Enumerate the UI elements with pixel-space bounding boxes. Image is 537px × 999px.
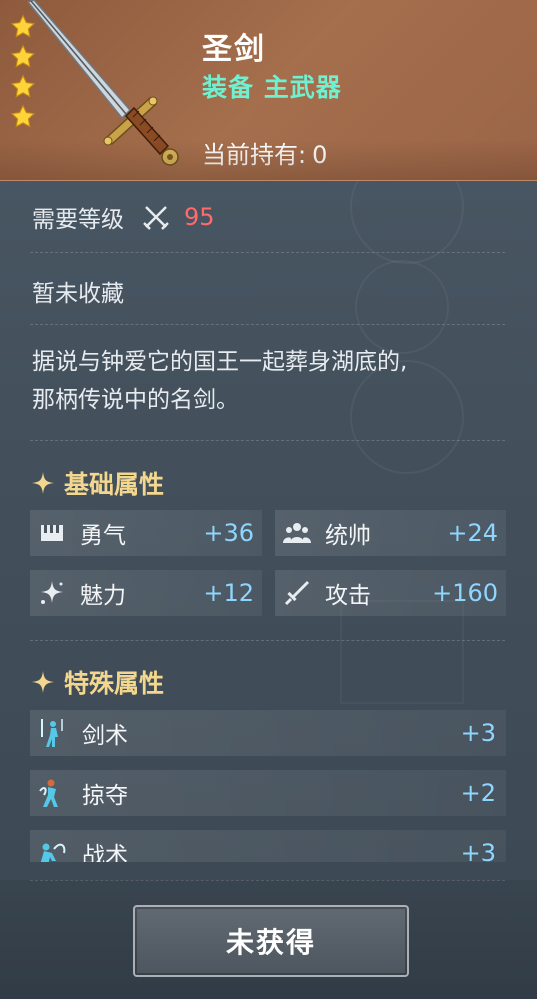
attack-sword-icon	[284, 581, 309, 606]
item-type: 装备 主武器	[202, 73, 342, 102]
section-title-text: 基础属性	[64, 470, 165, 499]
stat-value: +160	[432, 579, 498, 607]
basic-attributes-title: 基础属性	[32, 465, 164, 501]
sparkle-icon	[32, 671, 54, 693]
stat-charm: 魅力 +12	[30, 570, 262, 616]
collection-status: 暂未收藏	[32, 281, 124, 307]
courage-icon	[41, 525, 63, 541]
stat-label: 勇气	[80, 523, 126, 549]
divider	[30, 440, 505, 441]
special-plunder: 掠夺 +2	[30, 770, 506, 816]
stat-attack: 攻击 +160	[275, 570, 506, 616]
owned-count: 当前持有: 0	[202, 135, 327, 170]
tactics-icon	[40, 843, 66, 862]
stat-value: +24	[447, 519, 498, 547]
sparkle-icon	[32, 472, 54, 494]
stat-command: 统帅 +24	[275, 510, 506, 556]
description-line: 据说与钟爱它的国王一起葬身湖底的,	[32, 349, 408, 375]
divider	[30, 252, 505, 253]
swordsmanship-icon	[41, 719, 63, 747]
divider	[30, 324, 505, 325]
level-requirement-label: 需要等级	[32, 207, 124, 233]
description-line: 那柄传说中的名剑。	[32, 387, 239, 413]
special-tactics: 战术 +3	[30, 830, 506, 862]
special-attributes-list[interactable]: 剑术 +3 掠夺 +2 战术 +3	[0, 700, 537, 862]
owned-value: 0	[312, 141, 328, 169]
stat-value: +36	[203, 519, 254, 547]
not-obtained-button[interactable]: 未获得	[133, 905, 409, 977]
stat-value: +12	[203, 579, 254, 607]
special-value: +3	[460, 839, 496, 862]
stat-label: 统帅	[325, 523, 371, 549]
owned-label: 当前持有:	[202, 141, 307, 169]
background-emblem	[355, 260, 449, 354]
divider	[30, 640, 505, 641]
special-label: 战术	[82, 843, 128, 862]
special-value: +2	[460, 779, 496, 807]
item-header: 圣剑 装备 主武器 当前持有: 0	[0, 0, 537, 181]
special-label: 剑术	[82, 723, 128, 749]
sword-icon	[26, 0, 179, 166]
level-requirement: 需要等级 95	[32, 200, 215, 234]
stat-label: 魅力	[80, 583, 126, 609]
special-value: +3	[460, 719, 496, 747]
section-title-text: 特殊属性	[64, 669, 165, 698]
item-description: 据说与钟爱它的国王一起葬身湖底的, 那柄传说中的名剑。	[32, 343, 512, 419]
special-attributes-title: 特殊属性	[32, 664, 164, 700]
special-label: 掠夺	[82, 783, 128, 809]
stat-label: 攻击	[325, 583, 371, 609]
special-swordsmanship: 剑术 +3	[30, 710, 506, 756]
charm-icon	[41, 581, 63, 604]
required-level: 95	[184, 203, 215, 231]
item-name: 圣剑	[202, 32, 266, 67]
plunder-icon	[39, 779, 58, 807]
stat-courage: 勇气 +36	[30, 510, 262, 556]
crossed-swords-icon	[143, 206, 169, 230]
item-detail-panel: 圣剑 装备 主武器 当前持有: 0 需要等级 95 暂未收藏 据说与钟爱它的国王一…	[0, 0, 537, 999]
command-icon	[283, 523, 311, 543]
